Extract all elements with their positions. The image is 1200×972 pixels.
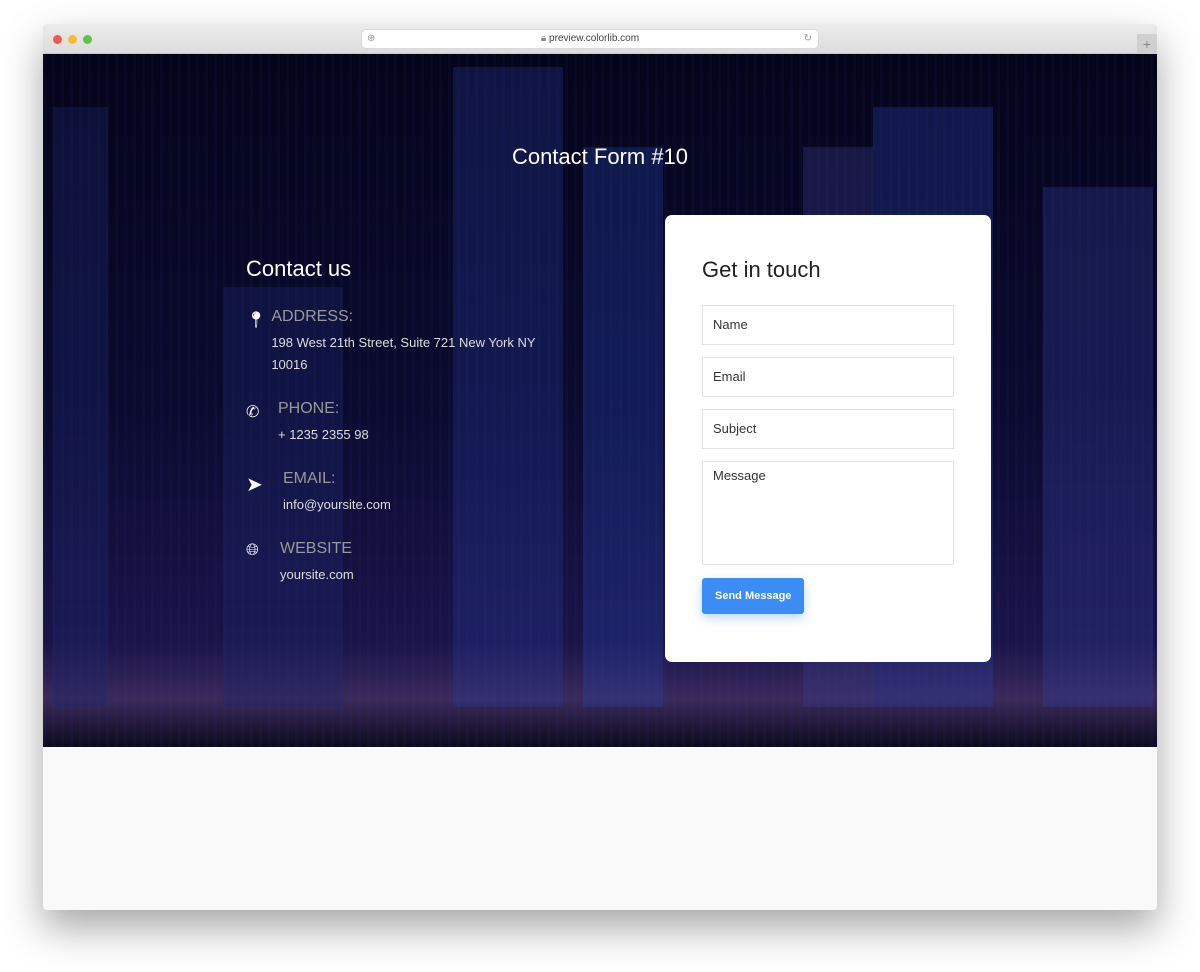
message-textarea[interactable]: Message [702, 461, 954, 565]
contact-info: Contact us 📍︎ ADDRESS: 198 West 21th Str… [246, 256, 546, 610]
email-label: EMAIL: [283, 470, 336, 487]
phone-icon: ✆ [246, 404, 260, 421]
website-label: WEBSITE [280, 540, 353, 557]
new-tab-button[interactable]: + [1137, 34, 1157, 54]
subject-input[interactable]: Subject [702, 409, 954, 449]
address-bar[interactable]: ⊕ 🔒︎ preview.colorlib.com ↻ [362, 30, 818, 48]
browser-window: ⊕ 🔒︎ preview.colorlib.com ↻ + Contact Fo… [43, 24, 1157, 910]
contact-form: Get in touch Name Email Subject Message … [665, 215, 991, 662]
url-text: preview.colorlib.com [549, 33, 640, 44]
minimize-window-button[interactable] [68, 35, 77, 44]
phone-label: PHONE: [278, 400, 340, 417]
name-input[interactable]: Name [702, 305, 954, 345]
email-value[interactable]: info@yoursite.com [283, 494, 391, 516]
maximize-window-button[interactable] [83, 35, 92, 44]
form-heading: Get in touch [702, 257, 821, 282]
globe-icon: 🌐︎ [246, 542, 259, 559]
paper-plane-icon: ➤ [246, 474, 263, 496]
send-message-button[interactable]: Send Message [702, 578, 805, 614]
hero-section: Contact Form #10 Contact us 📍︎ ADDRESS: … [43, 54, 1157, 747]
email-input[interactable]: Email [702, 357, 954, 397]
website-value[interactable]: yoursite.com [280, 564, 354, 586]
address-label: ADDRESS: [271, 308, 354, 325]
reload-icon[interactable]: ↻ [804, 30, 812, 48]
contact-item-phone: ✆ PHONE: + 1235 2355 98 [246, 400, 546, 446]
map-pin-icon: 📍︎ [246, 312, 267, 329]
contact-item-address: 📍︎ ADDRESS: 198 West 21th Street, Suite … [246, 308, 546, 376]
lock-icon: 🔒︎ [540, 33, 547, 44]
page-title: Contact Form #10 [511, 144, 689, 169]
contact-item-email: ➤ EMAIL: info@yoursite.com [246, 470, 546, 516]
phone-value: + 1235 2355 98 [278, 427, 369, 442]
close-window-button[interactable] [53, 35, 62, 44]
address-value: 198 West 21th Street, Suite 721 New York… [271, 335, 536, 372]
privacy-icon: ⊕ [367, 33, 376, 44]
browser-titlebar: ⊕ 🔒︎ preview.colorlib.com ↻ + [43, 24, 1157, 54]
contact-item-website: 🌐︎ WEBSITE yoursite.com [246, 540, 546, 586]
contact-heading: Contact us [246, 256, 352, 281]
